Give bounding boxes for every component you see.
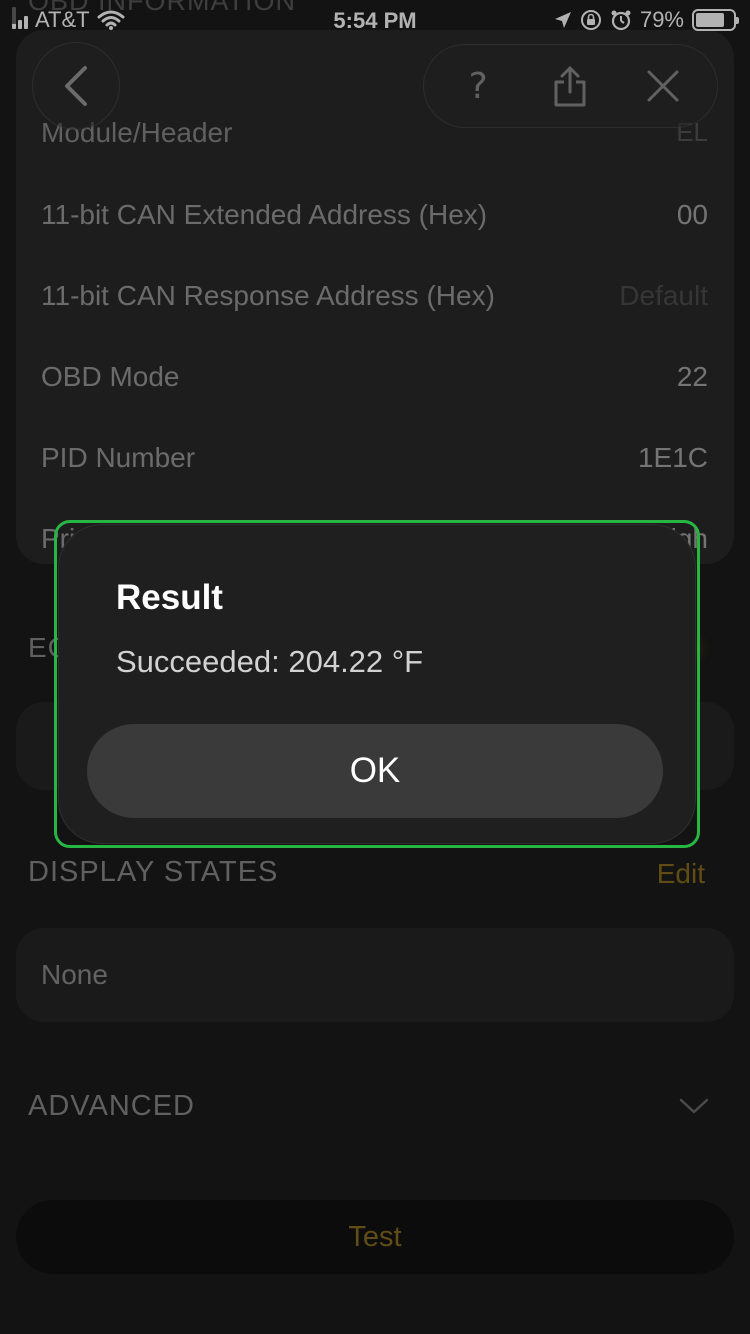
result-dialog: Result Succeeded: 204.22 °F OK xyxy=(58,524,696,844)
dialog-message: Succeeded: 204.22 °F xyxy=(116,644,424,679)
ok-button[interactable]: OK xyxy=(87,724,663,818)
dialog-title: Result xyxy=(116,578,223,617)
